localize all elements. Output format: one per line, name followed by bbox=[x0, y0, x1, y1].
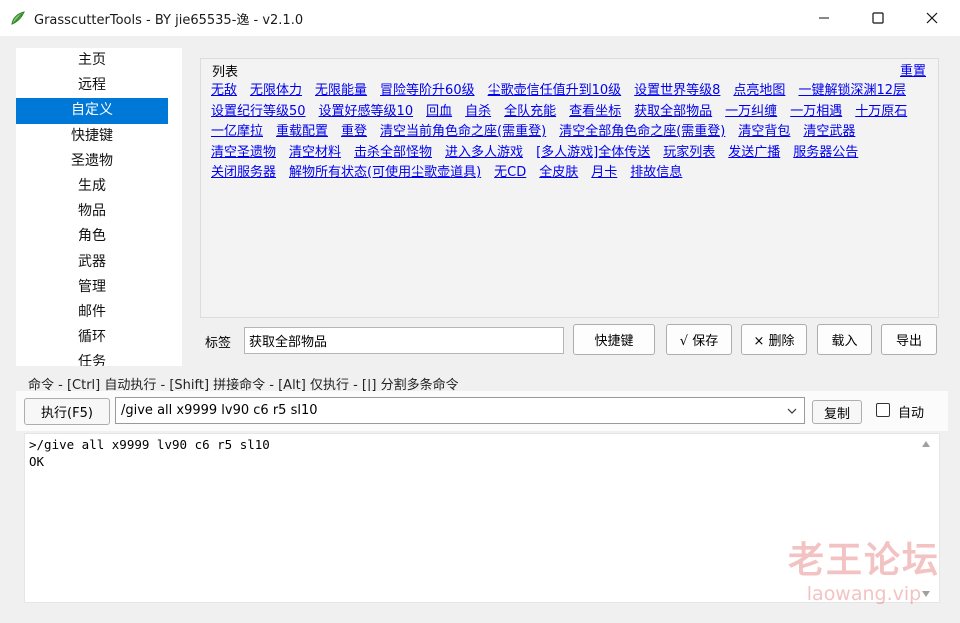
command-link[interactable]: 十万原石 bbox=[855, 102, 907, 123]
command-link[interactable]: 点亮地图 bbox=[733, 81, 785, 102]
sidebar-item-quests[interactable]: 任务 bbox=[16, 350, 168, 366]
command-link[interactable]: 月卡 bbox=[591, 163, 617, 184]
copy-button[interactable]: 复制 bbox=[812, 400, 862, 424]
dropdown-chevron-icon[interactable] bbox=[782, 400, 802, 421]
command-link[interactable]: 设置纪行等级50 bbox=[211, 102, 306, 123]
delete-button[interactable]: × 删除 bbox=[741, 324, 807, 355]
command-link[interactable]: 一万相遇 bbox=[790, 102, 842, 123]
app-logo-icon bbox=[11, 11, 25, 25]
sidebar-nav[interactable]: 主页 远程 自定义 快捷键 圣遗物 生成 物品 角色 武器 管理 邮件 循环 任… bbox=[16, 48, 182, 366]
minimize-button[interactable] bbox=[801, 0, 847, 36]
command-link[interactable]: 清空背包 bbox=[738, 122, 790, 143]
command-link[interactable]: 服务器公告 bbox=[793, 143, 858, 164]
maximize-icon bbox=[872, 12, 884, 24]
command-link[interactable]: 一键解锁深渊12层 bbox=[798, 81, 906, 102]
command-input[interactable]: /give all x9999 lv90 c6 r5 sl10 bbox=[115, 397, 805, 424]
command-link[interactable]: 解物所有状态(可使用尘歌壶道具) bbox=[289, 163, 481, 184]
window-title: GrasscutterTools - BY jie65535-逸 - v2.1.… bbox=[34, 13, 304, 28]
sidebar-item-custom[interactable]: 自定义 bbox=[16, 98, 168, 124]
sidebar-item-hotkeys[interactable]: 快捷键 bbox=[16, 124, 168, 149]
sidebar-item-spawn[interactable]: 生成 bbox=[16, 174, 168, 199]
sidebar-item-manage[interactable]: 管理 bbox=[16, 275, 168, 300]
output-console[interactable]: >/give all x9999 lv90 c6 r5 sl10 OK bbox=[24, 433, 940, 603]
close-button[interactable] bbox=[909, 0, 955, 36]
command-link[interactable]: 关闭服务器 bbox=[211, 163, 276, 184]
command-link[interactable]: 发送广播 bbox=[728, 143, 780, 164]
command-link[interactable]: 击杀全部怪物 bbox=[354, 143, 432, 164]
label-caption: 标签 bbox=[205, 336, 232, 351]
command-link[interactable]: [多人游戏]全体传送 bbox=[536, 143, 650, 164]
load-button[interactable]: 载入 bbox=[817, 324, 872, 355]
command-link[interactable]: 尘歌壶信任值升到10级 bbox=[488, 81, 622, 102]
command-link[interactable]: 进入多人游戏 bbox=[445, 143, 523, 164]
command-link[interactable]: 清空武器 bbox=[803, 122, 855, 143]
sidebar-item-weapons[interactable]: 武器 bbox=[16, 250, 168, 275]
command-link[interactable]: 一亿摩拉 bbox=[211, 122, 263, 143]
label-input[interactable] bbox=[244, 327, 564, 354]
command-links: 无敌 无限体力 无限能量 冒险等阶升60级 尘歌壶信任值升到10级 设置世界等级8 点亮地图… bbox=[211, 81, 931, 184]
command-input-value: /give all x9999 lv90 c6 r5 sl10 bbox=[121, 403, 318, 418]
output-text: >/give all x9999 lv90 c6 r5 sl10 OK bbox=[29, 437, 270, 469]
command-link[interactable]: 重载配置 bbox=[276, 122, 328, 143]
command-link[interactable]: 玩家列表 bbox=[663, 143, 715, 164]
group-title: 列表 bbox=[211, 61, 240, 80]
command-link[interactable]: 无敌 bbox=[211, 81, 237, 102]
command-link[interactable]: 设置世界等级8 bbox=[634, 81, 720, 102]
app-window: GrasscutterTools - BY jie65535-逸 - v2.1.… bbox=[0, 0, 960, 623]
sidebar-item-items[interactable]: 物品 bbox=[16, 199, 168, 224]
command-link[interactable]: 回血 bbox=[426, 102, 452, 123]
hotkey-button[interactable]: 快捷键 bbox=[573, 324, 655, 355]
custom-commands-group: 列表 重置 无敌 无限体力 无限能量 冒险等阶升60级 尘歌壶信任值升到10级 设置世界等… bbox=[200, 58, 939, 318]
export-button[interactable]: 导出 bbox=[881, 324, 937, 355]
command-link[interactable]: 重登 bbox=[341, 122, 367, 143]
auto-checkbox[interactable] bbox=[876, 403, 890, 417]
close-icon bbox=[926, 12, 938, 24]
command-link[interactable]: 设置好感等级10 bbox=[319, 102, 414, 123]
save-button[interactable]: √ 保存 bbox=[666, 324, 732, 355]
execute-button[interactable]: 执行(F5) bbox=[24, 398, 110, 425]
command-link[interactable]: 获取全部物品 bbox=[634, 102, 712, 123]
command-link[interactable]: 全队充能 bbox=[504, 102, 556, 123]
command-link[interactable]: 清空全部角色命之座(需重登) bbox=[559, 122, 725, 143]
command-link[interactable]: 全皮肤 bbox=[539, 163, 578, 184]
sidebar-item-loop[interactable]: 循环 bbox=[16, 325, 168, 350]
scroll-up-arrow-icon[interactable] bbox=[921, 440, 931, 448]
scroll-down-arrow-icon[interactable] bbox=[921, 590, 931, 598]
command-link[interactable]: 自杀 bbox=[465, 102, 491, 123]
command-link[interactable]: 无限体力 bbox=[250, 81, 302, 102]
command-link[interactable]: 一万纠缠 bbox=[725, 102, 777, 123]
command-link[interactable]: 冒险等阶升60级 bbox=[380, 81, 475, 102]
command-link[interactable]: 清空当前角色命之座(需重登) bbox=[380, 122, 546, 143]
command-link[interactable]: 查看坐标 bbox=[569, 102, 621, 123]
sidebar-item-home[interactable]: 主页 bbox=[16, 48, 168, 73]
command-link[interactable]: 清空材料 bbox=[289, 143, 341, 164]
maximize-button[interactable] bbox=[855, 0, 901, 36]
command-link[interactable]: 清空圣遗物 bbox=[211, 143, 276, 164]
command-link[interactable]: 无CD bbox=[494, 163, 526, 184]
sidebar-item-mail[interactable]: 邮件 bbox=[16, 300, 168, 325]
command-row: 执行(F5) /give all x9999 lv90 c6 r5 sl10 复… bbox=[16, 391, 948, 431]
title-bar[interactable]: GrasscutterTools - BY jie65535-逸 - v2.1.… bbox=[0, 0, 960, 36]
minimize-icon bbox=[819, 17, 829, 19]
reset-link[interactable]: 重置 bbox=[900, 60, 926, 79]
sidebar-item-artifacts[interactable]: 圣遗物 bbox=[16, 149, 168, 174]
sidebar-item-characters[interactable]: 角色 bbox=[16, 224, 168, 249]
command-link[interactable]: 无限能量 bbox=[315, 81, 367, 102]
command-link[interactable]: 排故信息 bbox=[630, 163, 682, 184]
sidebar-item-remote[interactable]: 远程 bbox=[16, 73, 168, 98]
auto-label: 自动 bbox=[898, 406, 925, 421]
label-row: 标签 快捷键 √ 保存 × 删除 载入 导出 bbox=[200, 324, 940, 356]
